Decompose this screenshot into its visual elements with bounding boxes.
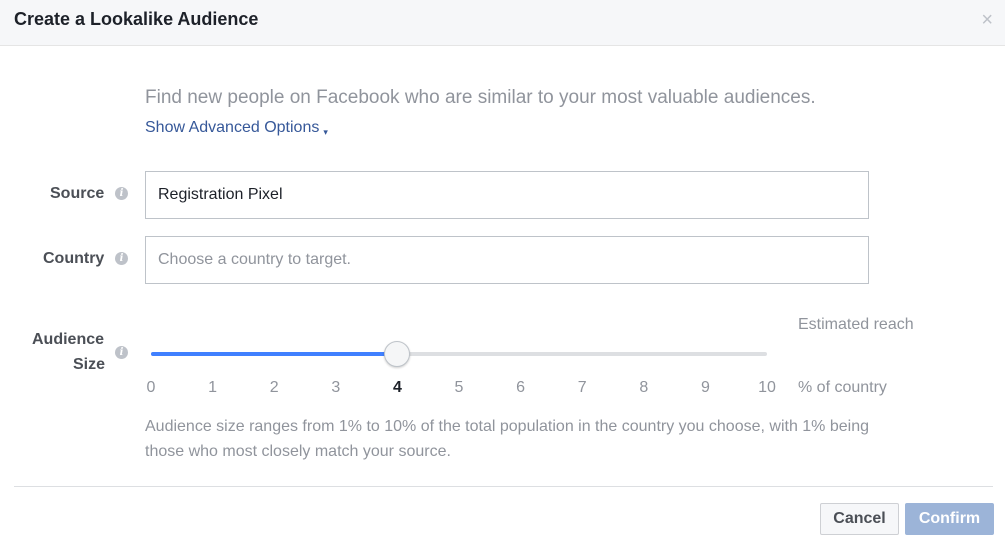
dialog-title: Create a Lookalike Audience: [14, 9, 259, 29]
source-input[interactable]: Registration Pixel: [145, 171, 869, 219]
audience-size-label-line2: Size: [73, 356, 106, 373]
audience-size-help-text: Audience size ranges from 1% to 10% of t…: [145, 418, 869, 460]
advanced-options-label: Show Advanced Options: [145, 119, 320, 136]
info-icon[interactable]: i: [115, 187, 128, 200]
chevron-down-icon: ▾: [323, 127, 328, 137]
slider-tick-0[interactable]: 0: [141, 379, 161, 397]
info-icon[interactable]: i: [115, 252, 128, 265]
percent-of-country-label: % of country: [798, 379, 887, 396]
slider-tick-9[interactable]: 9: [695, 379, 715, 397]
footer-divider: [14, 486, 993, 487]
slider-tick-1[interactable]: 1: [203, 379, 223, 397]
country-input[interactable]: Choose a country to target.: [145, 236, 869, 284]
lookalike-dialog: Create a Lookalike Audience × Find new p…: [0, 0, 1005, 546]
dialog-header: Create a Lookalike Audience ×: [0, 0, 1005, 46]
info-icon[interactable]: i: [115, 346, 128, 359]
slider-tick-6[interactable]: 6: [511, 379, 531, 397]
slider-tick-2[interactable]: 2: [264, 379, 284, 397]
intro-text: Find new people on Facebook who are simi…: [145, 87, 816, 108]
slider-tick-10[interactable]: 10: [757, 379, 777, 397]
slider-tick-4[interactable]: 4: [387, 379, 407, 397]
source-label: Source: [50, 185, 105, 202]
estimated-reach-label: Estimated reach: [798, 316, 914, 333]
show-advanced-options-link[interactable]: Show Advanced Options ▾: [145, 119, 328, 137]
slider-handle[interactable]: [384, 341, 411, 367]
slider-fill: [151, 352, 398, 356]
slider-tick-8[interactable]: 8: [634, 379, 654, 397]
cancel-button[interactable]: Cancel: [820, 503, 899, 535]
slider-tick-5[interactable]: 5: [449, 379, 469, 397]
close-icon[interactable]: ×: [981, 9, 993, 31]
confirm-button[interactable]: Confirm: [905, 503, 994, 535]
country-label: Country: [43, 250, 105, 267]
audience-size-label-line1: Audience: [32, 331, 105, 348]
slider-tick-3[interactable]: 3: [326, 379, 346, 397]
slider-tick-7[interactable]: 7: [572, 379, 592, 397]
